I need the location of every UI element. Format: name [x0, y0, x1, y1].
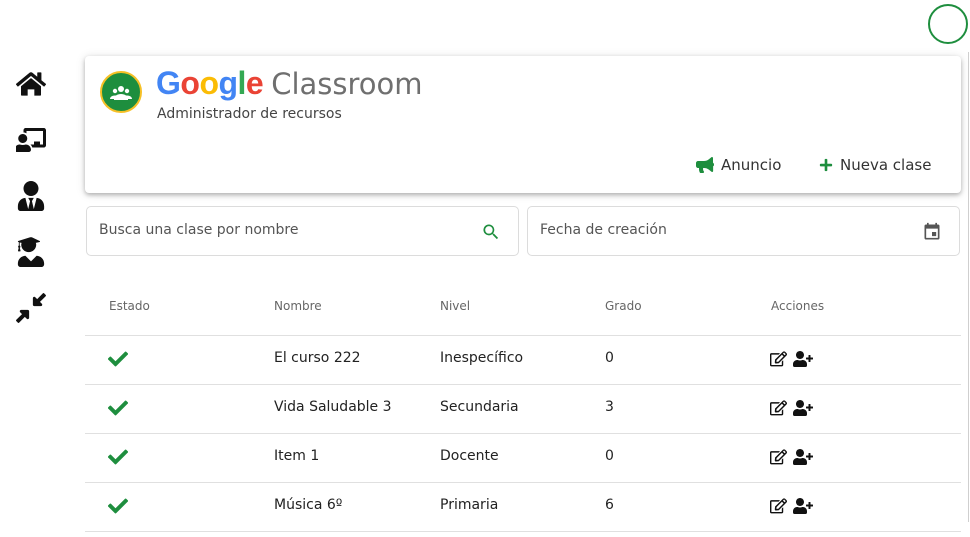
sidebar-item-home[interactable] [14, 67, 48, 101]
check-icon [107, 351, 129, 367]
google-wordmark: Google [156, 65, 264, 101]
row-actions [770, 400, 819, 416]
search-input[interactable] [97, 221, 441, 239]
add-member-button[interactable] [793, 449, 813, 465]
check-icon [107, 449, 129, 465]
classroom-logo-icon [110, 86, 132, 100]
google-letter: l [237, 65, 247, 101]
class-grade-cell: 0 [605, 448, 614, 464]
new-class-button[interactable]: Nueva clase [819, 156, 931, 174]
class-name-cell: El curso 222 [274, 350, 361, 366]
status-cell [107, 398, 129, 422]
class-level-cell: Docente [440, 448, 499, 464]
add-user-icon [793, 498, 813, 514]
classroom-header-card: Google Classroom Administrador de recurso… [85, 56, 961, 193]
table-row[interactable] [85, 385, 961, 433]
table-row[interactable] [85, 483, 961, 531]
edit-class-button[interactable] [770, 400, 787, 416]
classroom-logo [100, 71, 142, 113]
google-letter: e [245, 65, 264, 101]
status-cell [107, 447, 129, 471]
announce-button[interactable]: Anuncio [696, 156, 781, 174]
class-name-cell: Música 6º [274, 497, 343, 513]
add-user-icon [793, 449, 813, 465]
edit-icon [770, 351, 787, 367]
edit-icon [770, 400, 787, 416]
class-level-cell: Secundaria [440, 399, 519, 415]
column-header-name: Nombre [274, 299, 322, 313]
search-icon[interactable] [481, 222, 501, 242]
add-member-button[interactable] [793, 400, 813, 416]
edit-icon [770, 498, 787, 514]
announce-label: Anuncio [721, 156, 782, 174]
edit-icon [770, 449, 787, 465]
google-letter: o [199, 65, 219, 101]
class-name-cell: Item 1 [274, 448, 320, 464]
class-grade-cell: 3 [605, 399, 614, 415]
user-tie-icon [17, 181, 45, 211]
row-actions [770, 498, 819, 514]
page-subtitle: Administrador de recursos [157, 106, 342, 122]
sidebar-item-classes[interactable] [14, 123, 48, 157]
edit-class-button[interactable] [770, 498, 787, 514]
teacher-board-icon [16, 128, 46, 152]
add-user-icon [793, 351, 813, 367]
scrollbar[interactable] [968, 52, 969, 522]
class-level-cell: Inespecífico [440, 350, 524, 366]
sidebar-item-students[interactable] [14, 235, 48, 269]
add-member-button[interactable] [793, 351, 813, 367]
table-row[interactable] [85, 434, 961, 482]
column-header-level: Nivel [440, 299, 471, 313]
user-avatar[interactable] [928, 4, 968, 44]
megaphone-icon [696, 157, 714, 173]
status-cell [107, 349, 129, 373]
check-icon [107, 400, 129, 416]
add-user-icon [793, 400, 813, 416]
add-member-button[interactable] [793, 498, 813, 514]
sidebar-item-compress[interactable] [14, 291, 48, 325]
date-input[interactable] [538, 221, 882, 239]
column-header-actions: Acciones [771, 299, 825, 313]
plus-icon [819, 158, 833, 172]
class-name-cell: Vida Saludable 3 [274, 399, 392, 415]
sidebar-item-teachers[interactable] [14, 179, 48, 213]
google-letter: o [180, 65, 200, 101]
brand-product: Classroom [271, 67, 423, 101]
google-letter: G [156, 65, 181, 101]
edit-class-button[interactable] [770, 449, 787, 465]
calendar-icon[interactable] [922, 222, 942, 242]
brand-title: Google Classroom [156, 64, 423, 103]
edit-class-button[interactable] [770, 351, 787, 367]
home-icon [16, 72, 46, 96]
class-level-cell: Primaria [440, 497, 499, 513]
row-actions [770, 351, 819, 367]
google-letter: g [218, 65, 238, 101]
compress-icon [16, 293, 46, 323]
new-class-label: Nueva clase [840, 156, 932, 174]
search-field [86, 206, 519, 256]
column-header-status: Estado [109, 299, 150, 313]
graduate-icon [17, 237, 45, 267]
check-icon [107, 498, 129, 514]
class-grade-cell: 0 [605, 350, 614, 366]
date-field [527, 206, 960, 256]
column-header-grade: Grado [605, 299, 642, 313]
class-grade-cell: 6 [605, 497, 614, 513]
row-actions [770, 449, 819, 465]
row-divider [85, 531, 961, 532]
status-cell [107, 496, 129, 520]
